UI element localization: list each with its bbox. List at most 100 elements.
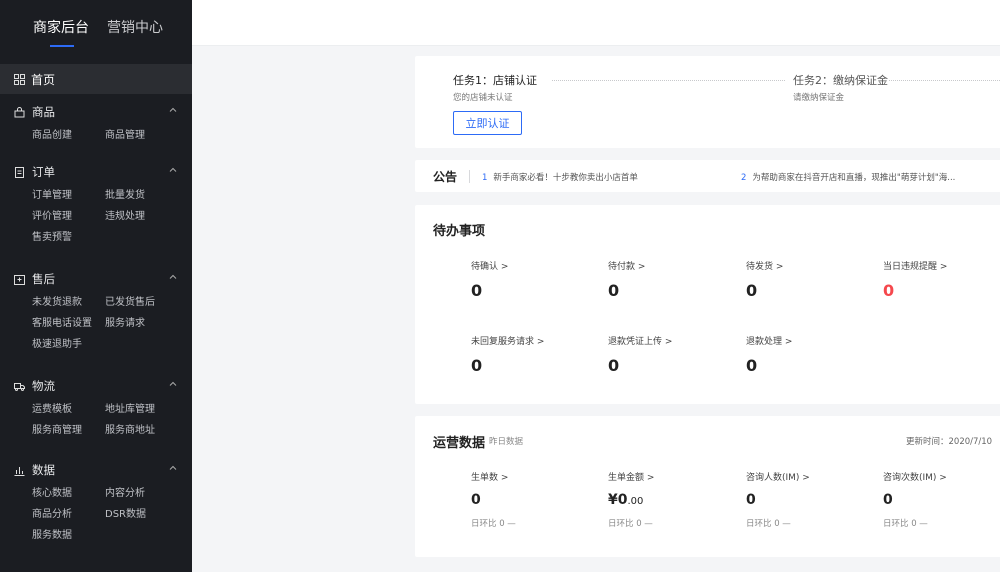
chevron-up-icon[interactable] xyxy=(169,166,177,174)
sidebar-item-product-analysis[interactable]: 商品分析 xyxy=(32,505,72,520)
sidebar-item-service-data[interactable]: 服务数据 xyxy=(32,526,72,541)
ops-updated-time: 更新时间：2020/7/10 xyxy=(906,437,993,447)
notice-item[interactable]: 1 新手商家必看！十步教你卖出小店首单 xyxy=(482,171,638,183)
ops-amount-link[interactable]: 生单金额 > xyxy=(608,470,654,483)
sidebar-item-address-library[interactable]: 地址库管理 xyxy=(105,400,155,415)
sidebar-item-fast-refund[interactable]: 极速退助手 xyxy=(32,335,82,350)
sidebar-group-logistics-header[interactable]: 物流 xyxy=(0,375,192,397)
sidebar-item-provider-address[interactable]: 服务商地址 xyxy=(105,421,155,436)
tab-marketing-center[interactable]: 营销中心 xyxy=(107,17,163,37)
notice-item[interactable]: 2 为帮助商家在抖音开店和直播，现推出"萌芽计划"海... xyxy=(741,171,955,183)
notice-text: 新手商家必看！十步教你卖出小店首单 xyxy=(493,173,638,183)
ops-amount-main: ¥0 xyxy=(608,492,628,508)
todo-violation-alert-link[interactable]: 当日违规提醒 > xyxy=(883,259,947,272)
chevron-up-icon[interactable] xyxy=(169,106,177,114)
sidebar-sub-row: 评价管理 违规处理 xyxy=(0,204,192,225)
sidebar-sub-row: 客服电话设置 服务请求 xyxy=(0,311,192,332)
sidebar-sub-row: 极速退助手 xyxy=(0,332,192,353)
ops-im-users-value: 0 xyxy=(746,492,756,508)
todo-pending-pay-value: 0 xyxy=(608,281,620,300)
grid-icon xyxy=(14,73,25,85)
ops-subtitle: 昨日数据 xyxy=(489,437,524,447)
ops-im-count-compare: 日环比 0 — xyxy=(883,519,928,529)
sidebar-group-orders-header[interactable]: 订单 xyxy=(0,161,192,183)
brand-tabs: 商家后台 营销中心 xyxy=(0,0,192,58)
notice-number: 1 xyxy=(482,173,488,183)
sidebar-item-freight-template[interactable]: 运费模板 xyxy=(32,400,72,415)
notice-text: 为帮助商家在抖音开店和直播，现推出"萌芽计划"海... xyxy=(752,173,956,183)
sidebar-group-data-header[interactable]: 数据 xyxy=(0,459,192,481)
todo-refund-proof-value: 0 xyxy=(608,356,620,375)
notice-number: 2 xyxy=(741,173,747,183)
chevron-up-icon[interactable] xyxy=(169,464,177,472)
sidebar-item-sale-alert[interactable]: 售卖预警 xyxy=(32,228,72,243)
sidebar-group-label: 订单 xyxy=(32,165,55,179)
sidebar-sub-row: 售卖预警 xyxy=(0,225,192,246)
sidebar-item-dsr-data[interactable]: DSR数据 xyxy=(105,505,146,520)
sidebar-sub-row: 订单管理 批量发货 xyxy=(0,183,192,204)
sidebar-item-service-phone[interactable]: 客服电话设置 xyxy=(32,314,92,329)
sidebar-item-product-manage[interactable]: 商品管理 xyxy=(105,126,145,141)
todo-refund-process-link[interactable]: 退款处理 > xyxy=(746,334,792,347)
sidebar-item-provider-manage[interactable]: 服务商管理 xyxy=(32,421,82,436)
task-card: 任务1：店铺认证 您的店铺未认证 任务2：缴纳保证金 请缴纳保证金 立即认证 xyxy=(415,56,1000,148)
sidebar-group-products-header[interactable]: 商品 xyxy=(0,101,192,123)
todo-card: 待办事项 待确认 > 0 待付款 > 0 待发货 > 0 当日违规提醒 > 0 … xyxy=(415,205,1000,404)
sidebar-group-label: 售后 xyxy=(32,272,55,286)
sidebar: 商家后台 营销中心 首页 商品 商品创建 商品管理 订单 订单管理 批量发货 评 xyxy=(0,0,192,572)
sidebar-item-violation[interactable]: 违规处理 xyxy=(105,207,145,222)
sidebar-group-products: 商品 商品创建 商品管理 xyxy=(0,101,192,144)
truck-icon xyxy=(14,382,25,391)
divider xyxy=(469,170,470,183)
sidebar-group-orders: 订单 订单管理 批量发货 评价管理 违规处理 售卖预警 xyxy=(0,161,192,246)
todo-pending-pay-link[interactable]: 待付款 > xyxy=(608,259,645,272)
sidebar-group-aftersale-header[interactable]: 售后 xyxy=(0,268,192,290)
chevron-up-icon[interactable] xyxy=(169,273,177,281)
top-bar xyxy=(192,0,1000,46)
task2-subtitle: 请缴纳保证金 xyxy=(793,93,845,103)
sidebar-group-label: 商品 xyxy=(32,105,55,119)
todo-unreplied-service-link[interactable]: 未回复服务请求 > xyxy=(471,334,544,347)
sidebar-sub-row: 服务数据 xyxy=(0,523,192,544)
sidebar-item-order-manage[interactable]: 订单管理 xyxy=(32,186,72,201)
notice-card: 公告 1 新手商家必看！十步教你卖出小店首单 2 为帮助商家在抖音开店和直播，现推出… xyxy=(415,160,1000,192)
sidebar-item-core-data[interactable]: 核心数据 xyxy=(32,484,72,499)
ops-orders-value: 0 xyxy=(471,492,481,508)
sidebar-item-home[interactable]: 首页 xyxy=(0,64,192,94)
sidebar-group-logistics: 物流 运费模板 地址库管理 服务商管理 服务商地址 xyxy=(0,375,192,439)
sidebar-item-unshipped-refund[interactable]: 未发货退款 xyxy=(32,293,82,308)
sidebar-item-product-create[interactable]: 商品创建 xyxy=(32,126,72,141)
sidebar-item-content-analysis[interactable]: 内容分析 xyxy=(105,484,145,499)
todo-refund-proof-link[interactable]: 退款凭证上传 > xyxy=(608,334,672,347)
todo-title: 待办事项 xyxy=(433,224,486,239)
ops-im-users-link[interactable]: 咨询人数(IM) > xyxy=(746,470,810,483)
sidebar-item-review-manage[interactable]: 评价管理 xyxy=(32,207,72,222)
todo-pending-ship-link[interactable]: 待发货 > xyxy=(746,259,783,272)
bag-icon xyxy=(14,106,25,117)
ops-title: 运营数据 xyxy=(433,436,486,451)
sidebar-sub-row: 服务商管理 服务商地址 xyxy=(0,418,192,439)
task1-subtitle: 您的店铺未认证 xyxy=(453,93,513,103)
ops-amount-compare: 日环比 0 — xyxy=(608,519,653,529)
ops-amount-decimal: .00 xyxy=(627,496,644,507)
sidebar-item-shipped-aftersale[interactable]: 已发货售后 xyxy=(105,293,155,308)
ops-im-count-value: 0 xyxy=(883,492,893,508)
todo-unreplied-service-value: 0 xyxy=(471,356,483,375)
ops-orders-compare: 日环比 0 — xyxy=(471,519,516,529)
tab-merchant-backend[interactable]: 商家后台 xyxy=(33,17,89,37)
todo-pending-confirm-link[interactable]: 待确认 > xyxy=(471,259,508,272)
sidebar-item-batch-ship[interactable]: 批量发货 xyxy=(105,186,145,201)
notice-title: 公告 xyxy=(433,170,458,184)
task1-title: 任务1：店铺认证 xyxy=(453,74,537,87)
chevron-up-icon[interactable] xyxy=(169,380,177,388)
todo-refund-process-value: 0 xyxy=(746,356,758,375)
ops-im-count-link[interactable]: 咨询次数(IM) > xyxy=(883,470,947,483)
sidebar-item-service-request[interactable]: 服务请求 xyxy=(105,314,145,329)
task-progress-line xyxy=(552,80,785,81)
sidebar-group-label: 物流 xyxy=(32,379,55,393)
ops-im-users-compare: 日环比 0 — xyxy=(746,519,791,529)
ops-orders-link[interactable]: 生单数 > xyxy=(471,470,508,483)
todo-violation-alert-value: 0 xyxy=(883,281,895,300)
sidebar-item-home-label: 首页 xyxy=(31,72,56,87)
verify-now-button[interactable]: 立即认证 xyxy=(453,111,522,135)
